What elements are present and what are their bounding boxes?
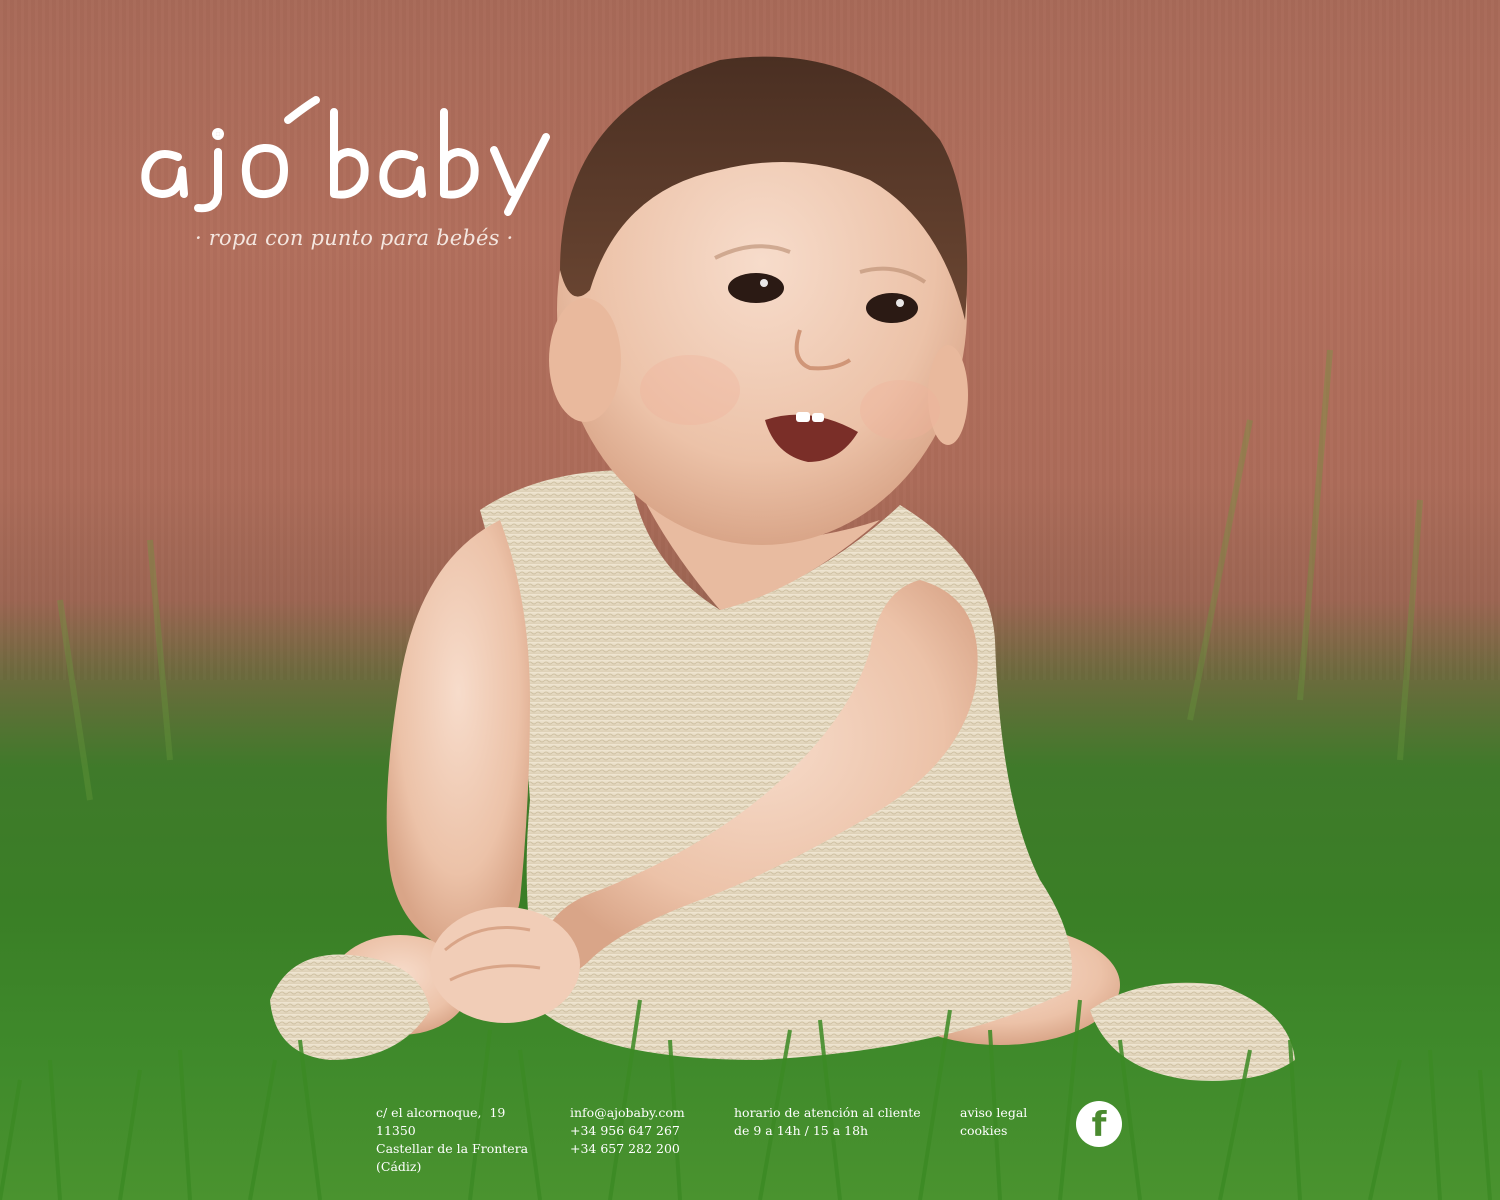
footer-address: c/ el alcornoque, 19 11350 Castellar de … <box>376 1104 528 1176</box>
facebook-icon[interactable]: f <box>1076 1101 1122 1147</box>
email-link[interactable]: info@ajobaby.com <box>570 1104 685 1122</box>
hours-label: horario de atención al cliente <box>734 1105 921 1120</box>
aviso-legal-link[interactable]: aviso legal <box>960 1104 1027 1122</box>
phone-link-1[interactable]: +34 956 647 267 <box>570 1122 685 1140</box>
facebook-glyph: f <box>1091 1105 1107 1145</box>
phone-link-2[interactable]: +34 657 282 200 <box>570 1140 685 1158</box>
address-town: Castellar de la Frontera <box>376 1141 529 1156</box>
hours-value: de 9 a 14h / 15 a 18h <box>734 1123 869 1138</box>
brand-tagline: · ropa con punto para bebés · <box>195 226 514 250</box>
address-postcode: 11350 <box>376 1123 416 1138</box>
footer-contact: info@ajobaby.com +34 956 647 267 +34 657… <box>570 1104 685 1158</box>
footer-legal: aviso legal cookies <box>960 1104 1027 1140</box>
ajobaby-logo[interactable] <box>136 92 556 222</box>
address-street: c/ el alcornoque, 19 <box>376 1105 506 1120</box>
address-province: (Cádiz) <box>376 1159 422 1174</box>
site-footer: c/ el alcornoque, 19 11350 Castellar de … <box>0 1100 1500 1200</box>
footer-hours: horario de atención al cliente de 9 a 14… <box>734 1104 921 1140</box>
cookies-link[interactable]: cookies <box>960 1122 1027 1140</box>
